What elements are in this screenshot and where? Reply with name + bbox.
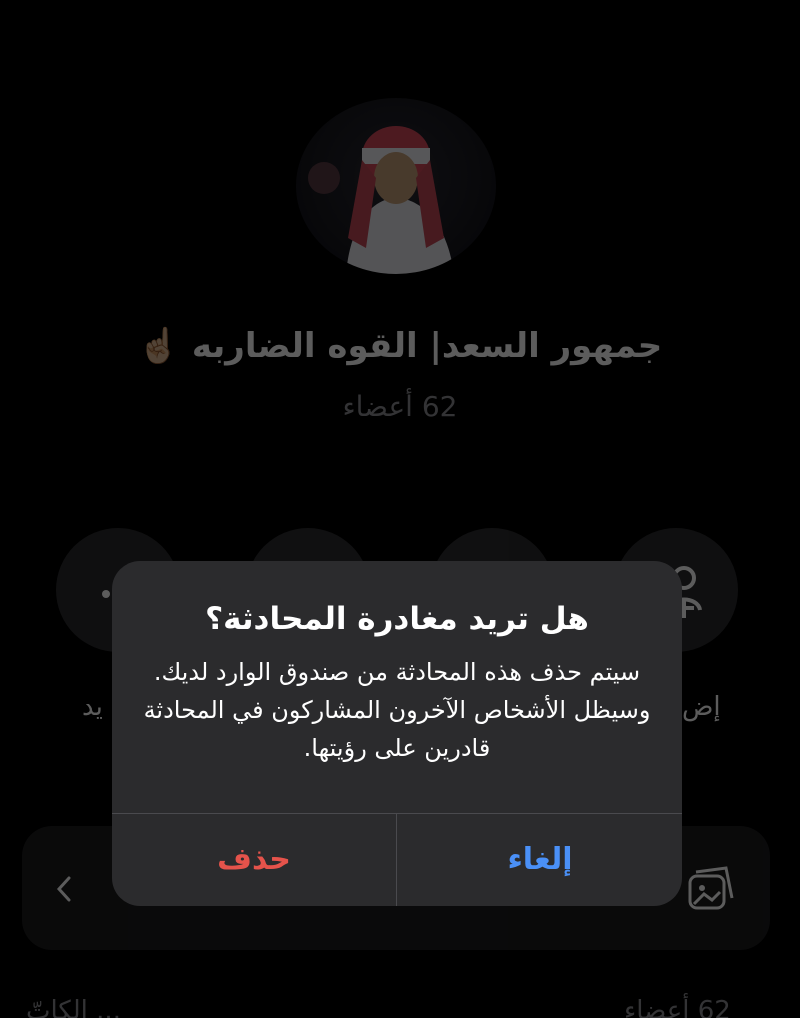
group-title: جمهور السعد| القوه الضاربه ☝🏼 — [137, 326, 663, 366]
delete-button[interactable]: حذف — [112, 814, 396, 906]
add-member-label: إض — [682, 692, 721, 722]
dialog-button-divider — [396, 813, 397, 906]
peek-left-text: ... الكاتّ — [26, 996, 121, 1018]
chevron-left-icon — [56, 876, 71, 902]
photo-gallery-icon — [688, 866, 734, 910]
dialog-title: هل تريد مغادرة المحادثة؟ — [205, 601, 589, 637]
avatar-photo — [308, 126, 454, 274]
group-info-screen: جمهور السعد| القوه الضاربه ☝🏼 62 أعضاء إ… — [0, 0, 800, 1018]
cancel-button[interactable]: إلغاء — [398, 814, 682, 906]
peek-right-text: 62 أعضاء — [624, 996, 731, 1018]
more-label: يد — [82, 692, 103, 722]
leave-conversation-dialog: هل تريد مغادرة المحادثة؟ سيتم حذف هذه ال… — [112, 561, 682, 906]
group-avatar[interactable] — [296, 98, 496, 274]
member-count: 62 أعضاء — [342, 390, 458, 423]
dialog-message: سيتم حذف هذه المحادثة من صندوق الوارد لد… — [143, 658, 651, 762]
